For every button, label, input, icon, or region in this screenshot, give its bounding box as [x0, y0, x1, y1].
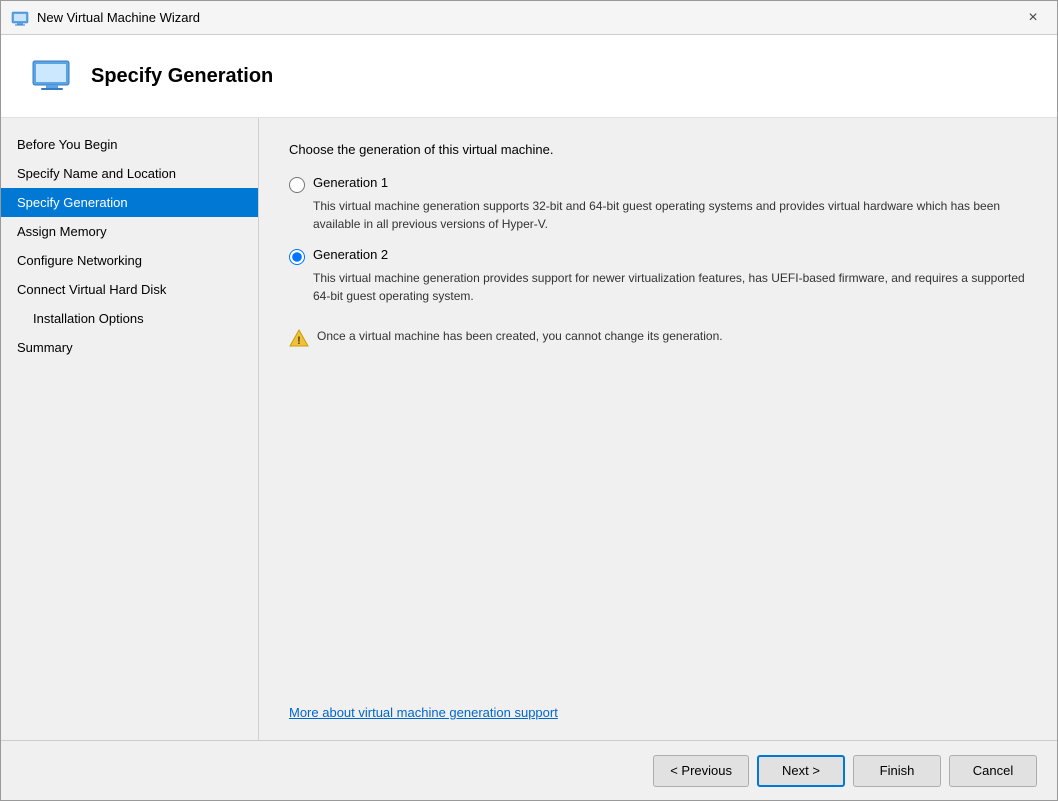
wizard-window: New Virtual Machine Wizard × Specify Gen…	[0, 0, 1058, 801]
sidebar-item-before-you-begin[interactable]: Before You Begin	[1, 130, 258, 159]
gen1-option[interactable]: Generation 1	[289, 175, 1027, 193]
svg-text:!: !	[297, 335, 301, 347]
link-area: More about virtual machine generation su…	[289, 685, 1027, 720]
sidebar-item-connect-vhd[interactable]: Connect Virtual Hard Disk	[1, 275, 258, 304]
gen2-label[interactable]: Generation 2	[313, 247, 388, 262]
main-panel: Choose the generation of this virtual ma…	[259, 118, 1057, 740]
header: Specify Generation	[1, 35, 1057, 118]
footer: < Previous Next > Finish Cancel	[1, 740, 1057, 800]
warning-text: Once a virtual machine has been created,…	[317, 327, 723, 345]
warning-box: ! Once a virtual machine has been create…	[289, 327, 1027, 348]
window-icon	[11, 9, 29, 27]
radio-group: Generation 1 This virtual machine genera…	[289, 175, 1027, 348]
previous-button[interactable]: < Previous	[653, 755, 749, 787]
close-button[interactable]: ×	[1019, 4, 1047, 32]
window-title: New Virtual Machine Wizard	[37, 10, 1019, 25]
gen1-label[interactable]: Generation 1	[313, 175, 388, 190]
gen1-description: This virtual machine generation supports…	[313, 197, 1027, 233]
sidebar-item-installation-options[interactable]: Installation Options	[1, 304, 258, 333]
content-area: Before You BeginSpecify Name and Locatio…	[1, 118, 1057, 740]
cancel-button[interactable]: Cancel	[949, 755, 1037, 787]
gen2-description: This virtual machine generation provides…	[313, 269, 1027, 305]
page-title: Specify Generation	[91, 65, 273, 88]
header-icon	[31, 55, 73, 97]
sidebar-item-assign-memory[interactable]: Assign Memory	[1, 217, 258, 246]
instruction-text: Choose the generation of this virtual ma…	[289, 142, 1027, 157]
sidebar-item-configure-networking[interactable]: Configure Networking	[1, 246, 258, 275]
sidebar-item-summary[interactable]: Summary	[1, 333, 258, 362]
warning-icon: !	[289, 328, 309, 348]
gen2-radio[interactable]	[289, 249, 305, 265]
help-link[interactable]: More about virtual machine generation su…	[289, 705, 558, 720]
finish-button[interactable]: Finish	[853, 755, 941, 787]
sidebar-item-specify-generation[interactable]: Specify Generation	[1, 188, 258, 217]
next-button[interactable]: Next >	[757, 755, 845, 787]
title-bar: New Virtual Machine Wizard ×	[1, 1, 1057, 35]
sidebar-item-specify-name[interactable]: Specify Name and Location	[1, 159, 258, 188]
gen2-option[interactable]: Generation 2	[289, 247, 1027, 265]
sidebar: Before You BeginSpecify Name and Locatio…	[1, 118, 259, 740]
gen1-radio[interactable]	[289, 177, 305, 193]
